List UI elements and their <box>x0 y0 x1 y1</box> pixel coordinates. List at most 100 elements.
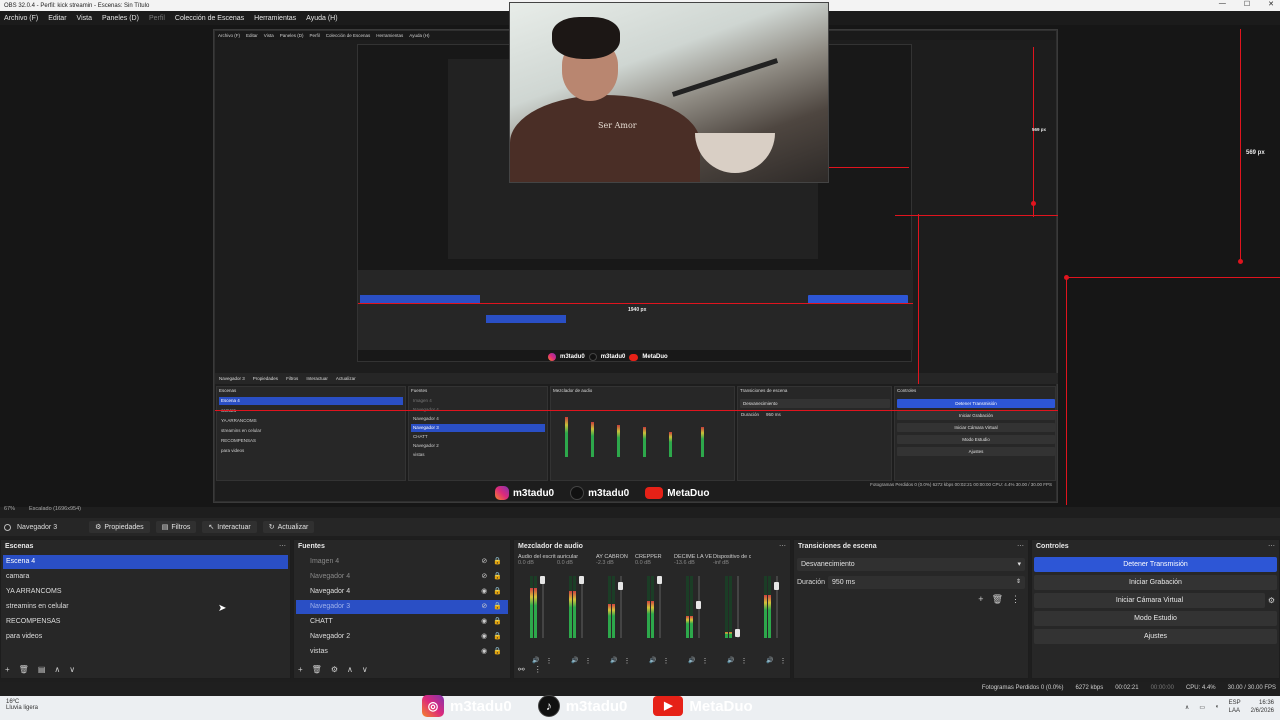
dock-menu-icon[interactable]: ⋯ <box>779 542 786 550</box>
dock-menu-icon[interactable]: ⋯ <box>1017 542 1024 550</box>
chevron-up-icon[interactable]: ∧ <box>54 665 60 674</box>
chevron-up-icon[interactable]: ∧ <box>347 665 353 674</box>
eye-icon[interactable]: ◉ <box>481 645 487 659</box>
menu-dots-icon[interactable]: ⋮ <box>701 657 708 665</box>
guide-handle[interactable] <box>1064 275 1069 280</box>
source-item[interactable]: Navegador 3 ⊘ 🔒 <box>296 600 508 614</box>
guide-handle[interactable] <box>1031 201 1036 206</box>
maximize-button[interactable]: ☐ <box>1244 0 1250 8</box>
eye-icon[interactable]: ◉ <box>481 615 487 629</box>
volume-fader-knob[interactable] <box>618 582 623 590</box>
source-item[interactable]: CHATT ◉ 🔒 <box>296 615 508 629</box>
zoom-level[interactable]: 67% <box>4 506 15 512</box>
lock-icon[interactable]: 🔒 <box>493 600 502 614</box>
eye-off-icon[interactable]: ⊘ <box>481 570 487 584</box>
transition-select[interactable]: Desvanecimiento ▾ <box>797 558 1025 571</box>
network-icon[interactable]: ▭ <box>1199 704 1205 711</box>
scene-item[interactable]: Escena 4 <box>3 555 288 569</box>
menu-tools[interactable]: Herramientas <box>254 15 296 22</box>
interact-button[interactable]: ↖ Interactuar <box>202 521 257 533</box>
gear-icon[interactable]: ⚙ <box>331 665 338 674</box>
dock-menu-icon[interactable]: ⋯ <box>279 542 286 550</box>
volume-fader-knob[interactable] <box>774 582 779 590</box>
chevron-down-icon[interactable]: ∨ <box>362 665 368 674</box>
lock-icon[interactable]: 🔒 <box>493 570 502 584</box>
lock-icon[interactable]: 🔒 <box>493 585 502 599</box>
filter-icon[interactable]: ▤ <box>38 665 46 674</box>
preview-canvas[interactable]: Archivo (F) Editar Vista Paneles (D) Per… <box>213 2 1058 503</box>
eye-icon[interactable]: ◉ <box>481 585 487 599</box>
eye-icon[interactable]: ◉ <box>481 630 487 644</box>
speaker-icon[interactable]: 🔊 <box>571 657 578 665</box>
source-item[interactable]: Navegador 2 ◉ 🔒 <box>296 630 508 644</box>
volume-icon[interactable]: ◖ <box>1215 704 1219 710</box>
add-icon[interactable]: + <box>978 594 983 605</box>
menu-docks[interactable]: Paneles (D) <box>102 15 139 22</box>
source-item[interactable]: Navegador 4 ◉ 🔒 <box>296 585 508 599</box>
menu-scene-collection[interactable]: Colección de Escenas <box>175 15 244 22</box>
eye-off-icon[interactable]: ⊘ <box>481 600 487 614</box>
menu-dots-icon[interactable]: ⋮ <box>1011 594 1020 605</box>
volume-fader-track[interactable] <box>581 576 583 638</box>
stop-stream-button[interactable]: Detener Transmisión <box>1034 557 1277 572</box>
speaker-icon[interactable]: 🔊 <box>727 657 734 665</box>
studio-mode-button[interactable]: Modo Estudio <box>1034 611 1277 626</box>
lock-icon[interactable]: 🔒 <box>493 555 502 569</box>
menu-profile[interactable]: Perfil <box>149 15 165 22</box>
lock-icon[interactable]: 🔒 <box>493 645 502 659</box>
scene-item[interactable]: YA ARRANCOMS <box>3 585 288 599</box>
scene-item[interactable]: streamins en celular <box>3 600 288 614</box>
webcam-feed[interactable]: Ser Amor <box>509 2 829 183</box>
duration-field[interactable]: 950 ms ⇕ <box>828 576 1025 589</box>
minimize-button[interactable]: — <box>1219 0 1226 8</box>
volume-fader-track[interactable] <box>659 576 661 638</box>
up-arrow-icon[interactable]: ∧ <box>1185 704 1189 711</box>
source-item[interactable]: Imagen 4 ⊘ 🔒 <box>296 555 508 569</box>
lock-icon[interactable]: 🔒 <box>493 615 502 629</box>
speaker-icon[interactable]: 🔊 <box>688 657 695 665</box>
volume-fader-knob[interactable] <box>735 629 740 637</box>
volume-fader-knob[interactable] <box>696 601 701 609</box>
trash-icon[interactable]: 🗑 <box>992 594 1003 605</box>
weather-widget[interactable]: 16ºC Lluvia ligera <box>6 699 38 711</box>
speaker-icon[interactable]: 🔊 <box>610 657 617 665</box>
start-recording-button[interactable]: Iniciar Grabación <box>1034 575 1277 590</box>
dock-menu-icon[interactable]: ⋯ <box>1268 542 1275 550</box>
trash-icon[interactable]: 🗑 <box>19 665 29 674</box>
source-item[interactable]: vistas ◉ 🔒 <box>296 645 508 659</box>
clock[interactable]: 16:36 2/6/2026 <box>1251 699 1274 715</box>
lock-icon[interactable]: 🔒 <box>493 630 502 644</box>
scene-item[interactable]: RECOMPENSAS <box>3 615 288 629</box>
gear-icon[interactable]: ⚙ <box>1268 596 1275 605</box>
volume-fader-knob[interactable] <box>657 576 662 584</box>
menu-dots-icon[interactable]: ⋮ <box>662 657 669 665</box>
menu-edit[interactable]: Editar <box>48 15 66 22</box>
stepper-icon[interactable]: ⇕ <box>1016 576 1021 589</box>
add-icon[interactable]: + <box>5 665 10 674</box>
menu-file[interactable]: Archivo (F) <box>4 15 38 22</box>
scene-item[interactable]: para videos <box>3 630 288 644</box>
scaling-info[interactable]: Escalado (1696x954) <box>29 506 81 512</box>
speaker-icon[interactable]: 🔊 <box>766 657 773 665</box>
start-virtual-camera-button[interactable]: Iniciar Cámara Virtual <box>1034 593 1265 608</box>
source-item[interactable]: Navegador 4 ⊘ 🔒 <box>296 570 508 584</box>
preview-area[interactable]: Archivo (F) Editar Vista Paneles (D) Per… <box>0 2 1280 512</box>
chevron-down-icon[interactable]: ∨ <box>69 665 75 674</box>
menu-dots-icon[interactable]: ⋮ <box>534 665 542 674</box>
trash-icon[interactable]: 🗑 <box>312 665 322 674</box>
volume-fader-knob[interactable] <box>579 576 584 584</box>
menu-view[interactable]: Vista <box>77 15 92 22</box>
add-icon[interactable]: + <box>298 665 303 674</box>
menu-dots-icon[interactable]: ⋮ <box>740 657 747 665</box>
speaker-icon[interactable]: 🔊 <box>532 657 539 665</box>
speaker-icon[interactable]: 🔊 <box>649 657 656 665</box>
menu-dots-icon[interactable]: ⋮ <box>584 657 591 665</box>
menu-dots-icon[interactable]: ⋮ <box>545 657 552 665</box>
eye-off-icon[interactable]: ⊘ <box>481 555 487 569</box>
settings-button[interactable]: Ajustes <box>1034 629 1277 644</box>
refresh-button[interactable]: ↻ Actualizar <box>262 521 315 533</box>
filters-button[interactable]: ▤ Filtros <box>155 521 197 533</box>
link-icon[interactable]: ⚯ <box>518 665 525 674</box>
menu-help[interactable]: Ayuda (H) <box>306 15 337 22</box>
scene-item[interactable]: camara <box>3 570 288 584</box>
